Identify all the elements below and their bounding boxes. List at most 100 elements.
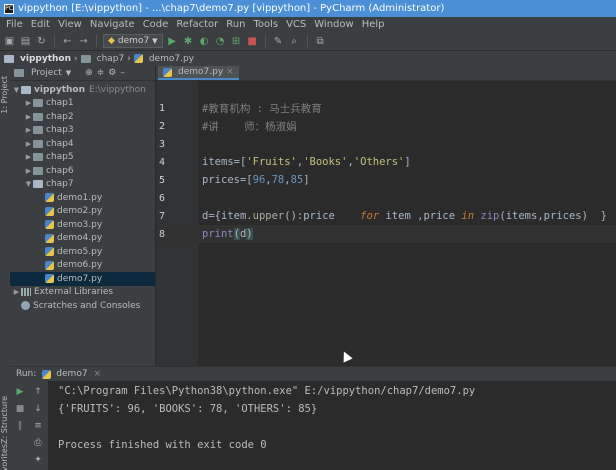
tree-item[interactable]: demo4.py <box>10 232 155 246</box>
menu-view[interactable]: View <box>54 19 86 30</box>
menu-help[interactable]: Help <box>358 19 389 30</box>
tree-item[interactable]: ▶ chap6 <box>10 164 155 178</box>
tree-item[interactable]: demo1.py <box>10 191 155 205</box>
tree-item[interactable]: ▶ chap2 <box>10 110 155 124</box>
open-folder-icon[interactable]: ▣ <box>3 35 16 48</box>
collapse-all-icon[interactable]: ≑ <box>97 68 105 78</box>
menu-navigate[interactable]: Navigate <box>86 19 139 30</box>
print-icon[interactable]: ⎙ <box>32 437 44 449</box>
tree-item[interactable]: ▶ chap5 <box>10 151 155 165</box>
scroll-up-icon[interactable]: ↑ <box>32 386 44 398</box>
code-line[interactable]: 1 #教育机构 : 马士兵教育 <box>156 99 616 117</box>
window-titlebar: PC vippython [E:\vippython] - ...\chap7\… <box>0 0 616 17</box>
chevron-right-icon[interactable]: ▶ <box>12 288 21 296</box>
tree-item[interactable]: demo6.py <box>10 259 155 273</box>
left-tool-stripe-bottom: Z: Structure Favorites <box>0 366 10 470</box>
close-icon[interactable]: × <box>94 369 102 379</box>
tree-item[interactable]: ▶ chap1 <box>10 97 155 111</box>
menu-vcs[interactable]: VCS <box>282 19 310 30</box>
wrench-settings-icon[interactable]: ✎ <box>272 35 285 48</box>
chevron-down-icon[interactable]: ▼ <box>24 180 33 188</box>
coverage-icon[interactable]: ◐ <box>198 35 211 48</box>
menu-refactor[interactable]: Refactor <box>172 19 222 30</box>
rerun-icon[interactable]: ▶ <box>14 386 26 398</box>
code-line[interactable]: 5 prices=[96,78,85] <box>156 171 616 189</box>
tree-item[interactable]: ▶ chap4 <box>10 137 155 151</box>
gear-icon[interactable]: ⚙ <box>108 68 116 78</box>
tree-item[interactable]: Scratches and Consoles <box>10 299 155 313</box>
soft-wrap-icon[interactable]: ≡ <box>32 420 44 432</box>
forward-arrow-icon[interactable]: → <box>77 35 90 48</box>
run-panel-toolbar: ▶ ↑ ■ ↓ ‖ ≡ ⎙ ✦ <box>10 381 48 470</box>
run-panel-label: Run: <box>16 369 37 379</box>
sync-icon[interactable]: ↻ <box>35 35 48 48</box>
tree-item-label: chap6 <box>46 165 74 176</box>
menu-code[interactable]: Code <box>139 19 173 30</box>
chevron-right-icon[interactable]: ▶ <box>24 140 33 148</box>
menu-edit[interactable]: Edit <box>27 19 54 30</box>
code-line-text: prices=[96,78,85] <box>202 174 310 186</box>
breadcrumb-item-file[interactable]: demo7.py <box>149 54 194 64</box>
tree-item[interactable]: demo7.py <box>10 272 155 286</box>
menu-run[interactable]: Run <box>222 19 249 30</box>
close-icon[interactable]: × <box>226 67 234 77</box>
code-line[interactable]: 4 items=['Fruits','Books','Others'] <box>156 153 616 171</box>
tree-item-label: demo4.py <box>57 233 103 244</box>
pause-icon[interactable]: ‖ <box>14 420 26 432</box>
debug-icon[interactable]: ✱ <box>182 35 195 48</box>
chevron-down-icon[interactable]: ▼ <box>66 69 71 77</box>
tree-item-label: chap1 <box>46 98 74 109</box>
code-line[interactable]: 2 #讲 师：杨淑娟 <box>156 117 616 135</box>
tree-item[interactable]: demo2.py <box>10 205 155 219</box>
code-line[interactable]: 7 d={item.upper():price for item ,price i… <box>156 207 616 225</box>
python-config-icon: ◆ <box>108 36 115 46</box>
save-all-icon[interactable]: ▤ <box>19 35 32 48</box>
console-line: {'FRUITS': 96, 'BOOKS': 78, 'OTHERS': 85… <box>58 403 318 415</box>
stop-icon[interactable]: ■ <box>14 403 26 415</box>
run-icon[interactable]: ▶ <box>166 35 179 48</box>
project-panel-title[interactable]: Project <box>31 68 62 78</box>
code-line[interactable]: 8 print(d) <box>156 225 616 243</box>
run-console-output[interactable]: "C:\Program Files\Python38\python.exe" E… <box>48 381 616 470</box>
pin-icon[interactable]: ✦ <box>32 454 44 466</box>
line-number: 4 <box>159 156 166 168</box>
breadcrumb-item-project[interactable]: vippython <box>20 54 71 64</box>
tree-item[interactable]: ▶ chap3 <box>10 124 155 138</box>
chevron-right-icon[interactable]: ▶ <box>24 126 33 134</box>
breadcrumb-item-chap7[interactable]: chap7 <box>97 54 125 64</box>
chevron-down-icon[interactable]: ▼ <box>12 86 21 94</box>
locate-target-icon[interactable]: ⊕ <box>85 68 93 78</box>
stop-icon[interactable]: ■ <box>246 35 259 48</box>
code-line[interactable]: 6 <box>156 189 616 207</box>
folder-icon <box>33 99 43 108</box>
code-line[interactable]: 3 <box>156 135 616 153</box>
chevron-right-icon[interactable]: ▶ <box>24 153 33 161</box>
tree-item[interactable]: ▶ External Libraries <box>10 286 155 300</box>
run-tab-label[interactable]: demo7 <box>56 369 87 379</box>
menu-window[interactable]: Window <box>310 19 357 30</box>
search-icon[interactable]: ⌕ <box>288 35 301 48</box>
code-line-text: #教育机构 : 马士兵教育 <box>202 102 322 115</box>
back-arrow-icon[interactable]: ← <box>61 35 74 48</box>
profile-icon[interactable]: ◔ <box>214 35 227 48</box>
hide-panel-icon[interactable]: – <box>120 68 125 78</box>
run-configuration-select[interactable]: ◆ demo7 ▼ <box>103 34 163 48</box>
breadcrumb-separator-icon: › <box>127 53 131 64</box>
menu-tools[interactable]: Tools <box>249 19 282 30</box>
favorites-tool-window-button[interactable]: Favorites <box>0 444 9 470</box>
library-icon <box>21 288 31 297</box>
concurrency-icon[interactable]: ⊞ <box>230 35 243 48</box>
tree-item[interactable]: ▼ chap7 <box>10 178 155 192</box>
menu-file[interactable]: File <box>2 19 27 30</box>
project-tool-window-button[interactable]: 1: Project <box>0 76 10 114</box>
scroll-down-icon[interactable]: ↓ <box>32 403 44 415</box>
vcs-icon[interactable]: ⧉ <box>314 35 327 48</box>
tab-demo7[interactable]: demo7.py × <box>158 66 239 80</box>
tree-item[interactable]: ▼ vippython E:\vippython <box>10 83 155 97</box>
chevron-right-icon[interactable]: ▶ <box>24 113 33 121</box>
structure-tool-window-button[interactable]: Z: Structure <box>0 396 9 444</box>
chevron-right-icon[interactable]: ▶ <box>24 167 33 175</box>
tree-item[interactable]: demo3.py <box>10 218 155 232</box>
chevron-right-icon[interactable]: ▶ <box>24 99 33 107</box>
tree-item[interactable]: demo5.py <box>10 245 155 259</box>
